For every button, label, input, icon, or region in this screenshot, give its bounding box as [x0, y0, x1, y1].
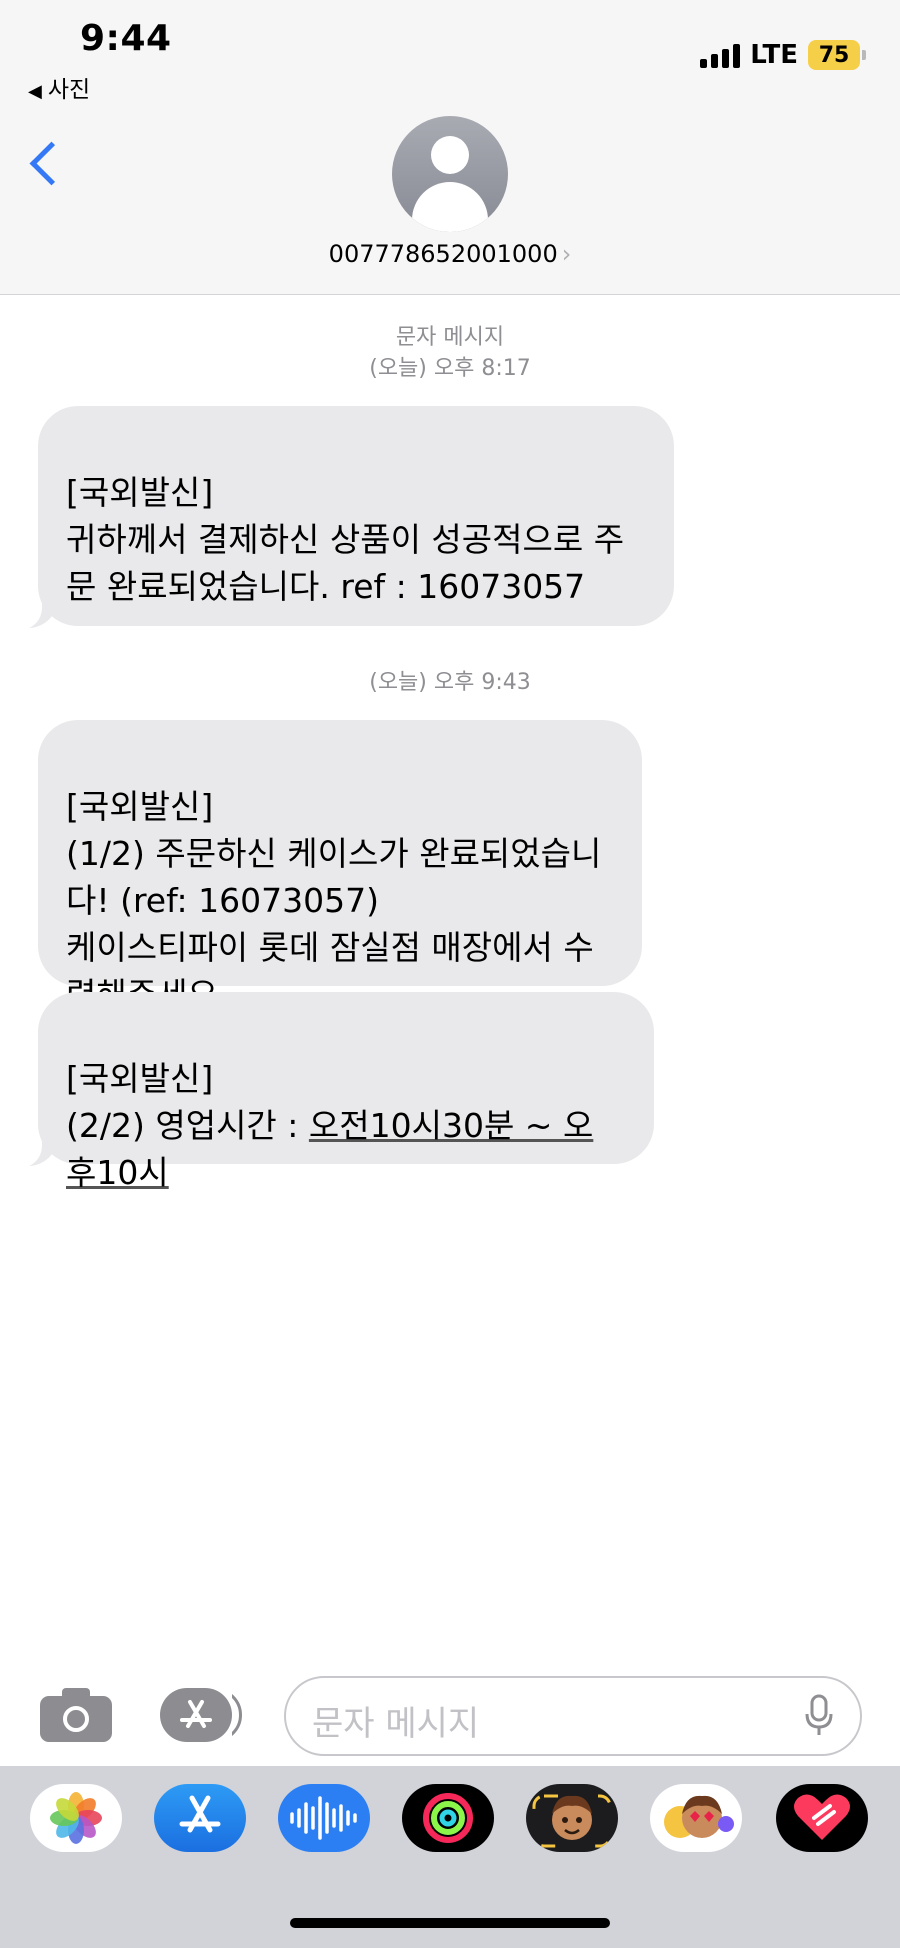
business-hours-link-cont[interactable]: 후10시: [66, 1153, 169, 1192]
message-timestamp: 문자 메시지 (오늘) 오후 8:17: [0, 322, 900, 384]
business-hours-link[interactable]: 오전10시30분 ~ 오: [309, 1106, 593, 1145]
avatar-head-shape: [431, 136, 469, 174]
status-indicators: LTE 75: [700, 40, 866, 70]
back-chevron-icon[interactable]: [29, 141, 74, 186]
message-bubble[interactable]: [국외발신] (2/2) 영업시간 : 오전10시30분 ~ 오후10시: [38, 992, 654, 1192]
contact-chevron-icon: ›: [561, 240, 572, 268]
contact-name-button[interactable]: 007778652001000 ›: [0, 240, 900, 268]
photos-app-icon[interactable]: [30, 1784, 122, 1852]
digital-touch-app-icon[interactable]: [776, 1784, 868, 1852]
back-app-label: 사진: [47, 77, 91, 103]
home-indicator[interactable]: [290, 1918, 610, 1928]
cellular-signal-icon: [700, 42, 741, 68]
back-to-app-link[interactable]: ◀ 사진: [28, 70, 90, 104]
message-timestamp: (오늘) 오후 9:43: [0, 667, 900, 698]
status-time: 9:44: [80, 18, 172, 59]
audio-message-app-icon[interactable]: [278, 1784, 370, 1852]
timestamp-time: (오늘) 오후 9:43: [369, 670, 531, 695]
timestamp-label: 문자 메시지: [395, 325, 505, 350]
message-text: [국외발신] (1/2) 주문하신 케이스가 완료되었습니다! (ref: 16…: [66, 787, 602, 1014]
memoji-app-icon[interactable]: [526, 1784, 618, 1852]
message-text: [국외발신] 귀하께서 결제하신 상품이 성공적으로 주문 완료되었습니다. r…: [66, 473, 625, 606]
battery-level: 75: [818, 42, 850, 68]
app-store-app-icon[interactable]: [154, 1784, 246, 1852]
battery-icon: 75: [808, 40, 866, 70]
camera-icon[interactable]: [40, 1686, 112, 1742]
avatar-body-shape: [412, 182, 488, 232]
back-triangle-icon: ◀: [28, 81, 42, 102]
message-input-placeholder: 문자 메시지: [312, 1704, 480, 1744]
conversation-header: 9:44 ◀ 사진 LTE 75 007778652001000 ›: [0, 0, 900, 295]
timestamp-time: (오늘) 오후 8:17: [369, 356, 531, 381]
app-store-icon[interactable]: [160, 1688, 242, 1742]
contact-avatar[interactable]: [392, 116, 508, 232]
contact-number: 007778652001000: [328, 240, 558, 268]
message-bubble[interactable]: [국외발신] 귀하께서 결제하신 상품이 성공적으로 주문 완료되었습니다. r…: [38, 406, 674, 626]
message-bubble[interactable]: [국외발신] (1/2) 주문하신 케이스가 완료되었습니다! (ref: 16…: [38, 720, 642, 1014]
memoji-stickers-app-icon[interactable]: [650, 1784, 742, 1852]
activity-app-icon[interactable]: [402, 1784, 494, 1852]
message-input[interactable]: 문자 메시지: [284, 1676, 862, 1756]
microphone-icon[interactable]: [804, 1694, 834, 1738]
message-text: [국외발신] (2/2) 영업시간 :: [66, 1059, 299, 1145]
network-type: LTE: [750, 40, 798, 70]
